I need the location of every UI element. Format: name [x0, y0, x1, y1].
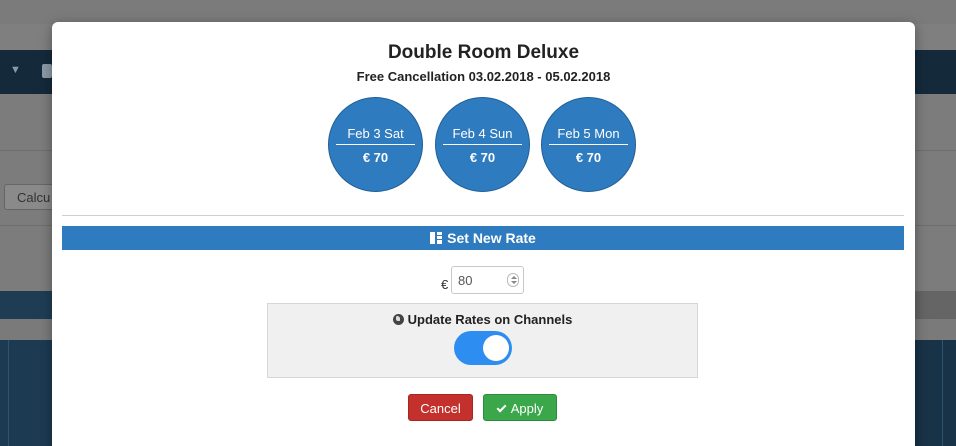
- modal-title: Double Room Deluxe: [387, 42, 580, 63]
- apply-button-label: Apply: [510, 401, 544, 416]
- day-circle-feb-4[interactable]: Feb 4 Sun € 70: [435, 97, 530, 192]
- day-circle-feb-3[interactable]: Feb 3 Sat € 70: [328, 97, 423, 192]
- day-price: € 70: [575, 150, 602, 165]
- cancellation-dates: Free Cancellation 03.02.2018 - 05.02.201…: [356, 69, 611, 84]
- channels-label: Update Rates on Channels: [268, 312, 697, 327]
- update-channels-toggle[interactable]: [454, 331, 512, 365]
- toggle-knob: [483, 335, 509, 361]
- bg-table-border: [8, 340, 9, 446]
- section-divider: [62, 215, 904, 216]
- set-new-rate-header: Set New Rate: [62, 226, 904, 250]
- bg-table-body-edge: [914, 340, 956, 446]
- bg-table-header-edge: [914, 291, 956, 319]
- check-icon: [496, 402, 507, 413]
- bg-top-bar: [0, 0, 956, 24]
- bg-caret-down-icon: ▼: [10, 64, 21, 76]
- bg-table-border: [942, 340, 943, 446]
- rate-modal: Double Room Deluxe Free Cancellation 03.…: [52, 22, 915, 446]
- cancel-button[interactable]: Cancel: [408, 394, 473, 421]
- day-circles: Feb 3 Sat € 70 Feb 4 Sun € 70 Feb 5 Mon …: [328, 97, 638, 193]
- day-separator: [443, 144, 522, 145]
- set-new-rate-title: Set New Rate: [447, 230, 536, 246]
- channels-label-text: Update Rates on Channels: [407, 312, 573, 327]
- day-label: Feb 4 Sun: [452, 126, 513, 141]
- day-separator: [549, 144, 628, 145]
- bg-database-icon: [42, 64, 52, 78]
- currency-symbol: €: [441, 277, 449, 292]
- day-price: € 70: [362, 150, 389, 165]
- day-price: € 70: [469, 150, 496, 165]
- channels-panel: Update Rates on Channels: [267, 303, 698, 378]
- calculator-icon: [430, 232, 443, 244]
- day-circle-feb-5[interactable]: Feb 5 Mon € 70: [541, 97, 636, 192]
- day-label: Feb 5 Mon: [557, 126, 620, 141]
- day-label: Feb 3 Sat: [347, 126, 404, 141]
- globe-icon: [392, 314, 404, 325]
- apply-button[interactable]: Apply: [483, 394, 557, 421]
- rate-stepper-icon[interactable]: [507, 273, 519, 287]
- day-separator: [336, 144, 415, 145]
